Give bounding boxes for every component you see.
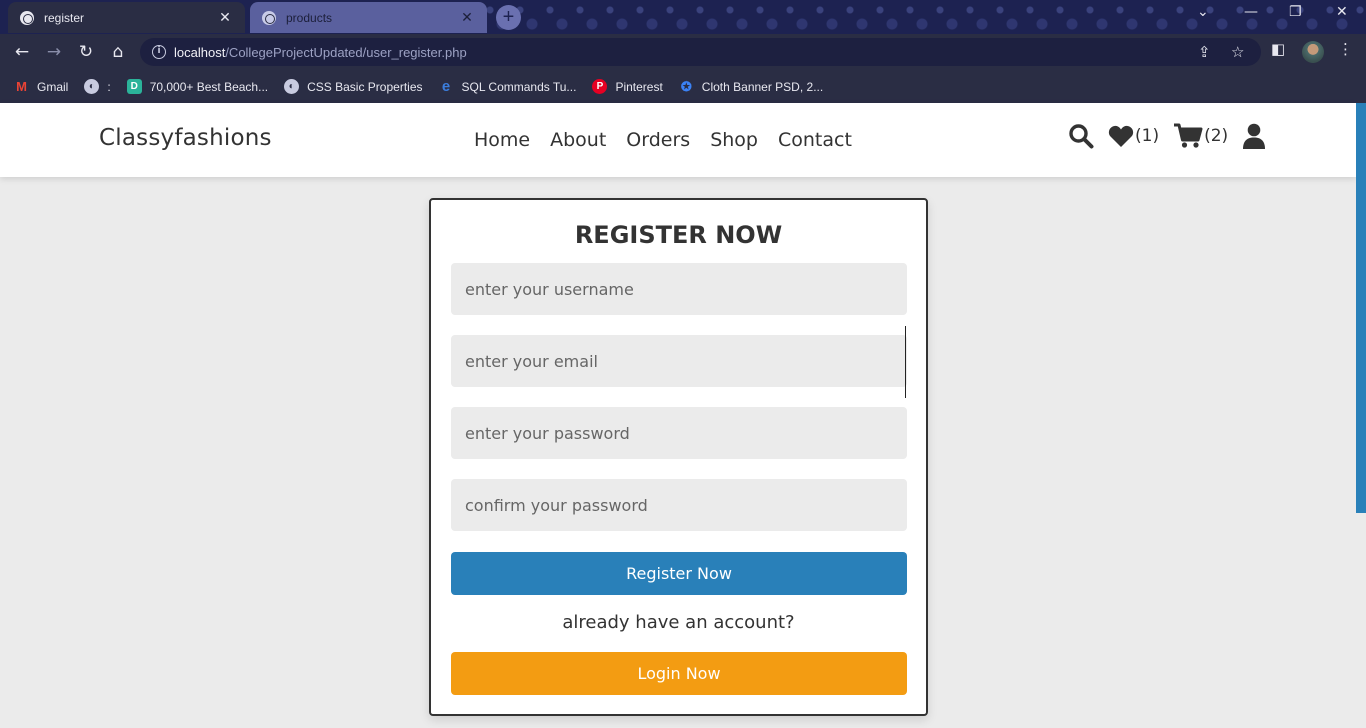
restore-icon[interactable]: ❐ xyxy=(1289,4,1302,20)
reload-icon[interactable]: ↻ xyxy=(74,40,98,64)
menu-icon[interactable]: ⋮ xyxy=(1338,40,1353,58)
bookmark-pinterest[interactable]: P Pinterest xyxy=(592,79,663,94)
bookmark-label: : xyxy=(107,79,111,94)
tab-register[interactable]: register ✕ xyxy=(8,2,245,33)
bookmark-label: Pinterest xyxy=(615,79,663,94)
nav-contact[interactable]: Contact xyxy=(778,129,852,151)
site-logo[interactable]: Classyfashions xyxy=(99,125,272,151)
forward-icon[interactable]: → xyxy=(42,40,66,64)
username-input[interactable] xyxy=(451,263,907,315)
star-icon[interactable]: ☆ xyxy=(1231,43,1244,61)
home-icon[interactable]: ⌂ xyxy=(106,40,130,64)
register-form: register now Register Now already have a… xyxy=(429,198,928,716)
heart-icon xyxy=(1108,125,1134,147)
search-icon[interactable] xyxy=(1068,123,1094,149)
e-icon: e xyxy=(441,78,451,95)
bookmark-gmail[interactable]: M Gmail xyxy=(14,79,68,94)
nav-orders[interactable]: Orders xyxy=(626,129,690,151)
password-input[interactable] xyxy=(451,407,907,459)
cart-link[interactable]: (2) xyxy=(1173,123,1228,149)
minimize-icon[interactable]: — xyxy=(1244,4,1258,20)
info-icon[interactable]: i xyxy=(152,45,166,59)
browser-toolbar: ← → ↻ ⌂ i localhost/CollegeProjectUpdate… xyxy=(0,34,1366,70)
back-icon[interactable]: ← xyxy=(10,40,34,64)
bookmark-label: 70,000+ Best Beach... xyxy=(149,79,269,94)
url-text: localhost/CollegeProjectUpdated/user_reg… xyxy=(174,45,467,60)
url-path: /CollegeProjectUpdated/user_register.php xyxy=(225,44,467,60)
close-icon[interactable]: ✕ xyxy=(459,10,475,26)
nav-about[interactable]: About xyxy=(550,129,606,151)
url-host: localhost xyxy=(174,44,226,60)
text-cursor xyxy=(905,326,906,398)
share-icon[interactable]: ⇪ xyxy=(1198,43,1211,61)
address-bar[interactable]: i localhost/CollegeProjectUpdated/user_r… xyxy=(140,38,1261,66)
bookmark-label: Cloth Banner PSD, 2... xyxy=(701,79,824,94)
new-tab-button[interactable]: + xyxy=(496,5,521,30)
pinterest-icon: P xyxy=(592,79,608,94)
login-button[interactable]: Login Now xyxy=(451,652,907,695)
bookmark-label: Gmail xyxy=(37,79,69,94)
bookmark-label: SQL Commands Tu... xyxy=(461,79,577,94)
bookmark-css[interactable]: ◐ CSS Basic Properties xyxy=(284,79,423,94)
main-nav: Home About Orders Shop Contact xyxy=(474,129,872,151)
email-input[interactable] xyxy=(451,335,907,387)
confirm-password-input[interactable] xyxy=(451,479,907,531)
nav-home[interactable]: Home xyxy=(474,129,530,151)
close-window-icon[interactable]: ✕ xyxy=(1336,4,1348,20)
tab-title: register xyxy=(44,10,85,25)
globe-icon xyxy=(262,10,276,25)
globe-icon xyxy=(20,10,34,25)
register-button[interactable]: Register Now xyxy=(451,552,907,595)
pikbest-icon: ✪ xyxy=(680,79,692,94)
side-panel-icon[interactable]: ◧ xyxy=(1271,40,1285,58)
bookmark-label: CSS Basic Properties xyxy=(307,79,423,94)
globe-icon: ◐ xyxy=(284,79,300,94)
d-icon: D xyxy=(126,79,142,94)
tab-products[interactable]: products ✕ xyxy=(250,2,487,33)
cart-count: (2) xyxy=(1204,126,1229,146)
gmail-icon: M xyxy=(16,79,27,94)
close-icon[interactable]: ✕ xyxy=(217,10,233,26)
wishlist-count: (1) xyxy=(1135,126,1160,146)
bookmark-globe[interactable]: ◐ : xyxy=(84,79,111,94)
profile-avatar[interactable] xyxy=(1302,41,1324,63)
bookmarks-bar: M Gmail ◐ : D 70,000+ Best Beach... ◐ CS… xyxy=(0,70,1366,103)
bookmark-cloth[interactable]: ✪ Cloth Banner PSD, 2... xyxy=(679,79,823,94)
already-account-text: already have an account? xyxy=(562,612,795,633)
theme-pattern xyxy=(480,0,1366,34)
cart-icon xyxy=(1174,123,1203,148)
site-header: Classyfashions Home About Orders Shop Co… xyxy=(0,103,1356,177)
wishlist-link[interactable]: (1) xyxy=(1108,124,1159,148)
scrollbar-thumb[interactable] xyxy=(1356,103,1366,513)
user-icon[interactable] xyxy=(1242,123,1266,149)
tab-search-icon[interactable]: ⌄ xyxy=(1197,4,1209,20)
header-icons: (1) (2) xyxy=(1068,123,1266,149)
browser-chrome: register ✕ products ✕ + ⌄ — ❐ ✕ ← → ↻ ⌂ … xyxy=(0,0,1366,103)
bookmark-sql[interactable]: e SQL Commands Tu... xyxy=(439,79,577,94)
nav-shop[interactable]: Shop xyxy=(710,129,758,151)
bookmark-beach[interactable]: D 70,000+ Best Beach... xyxy=(126,79,269,94)
form-title: register now xyxy=(574,221,783,249)
globe-icon: ◐ xyxy=(84,79,100,94)
tab-title: products xyxy=(286,10,333,25)
